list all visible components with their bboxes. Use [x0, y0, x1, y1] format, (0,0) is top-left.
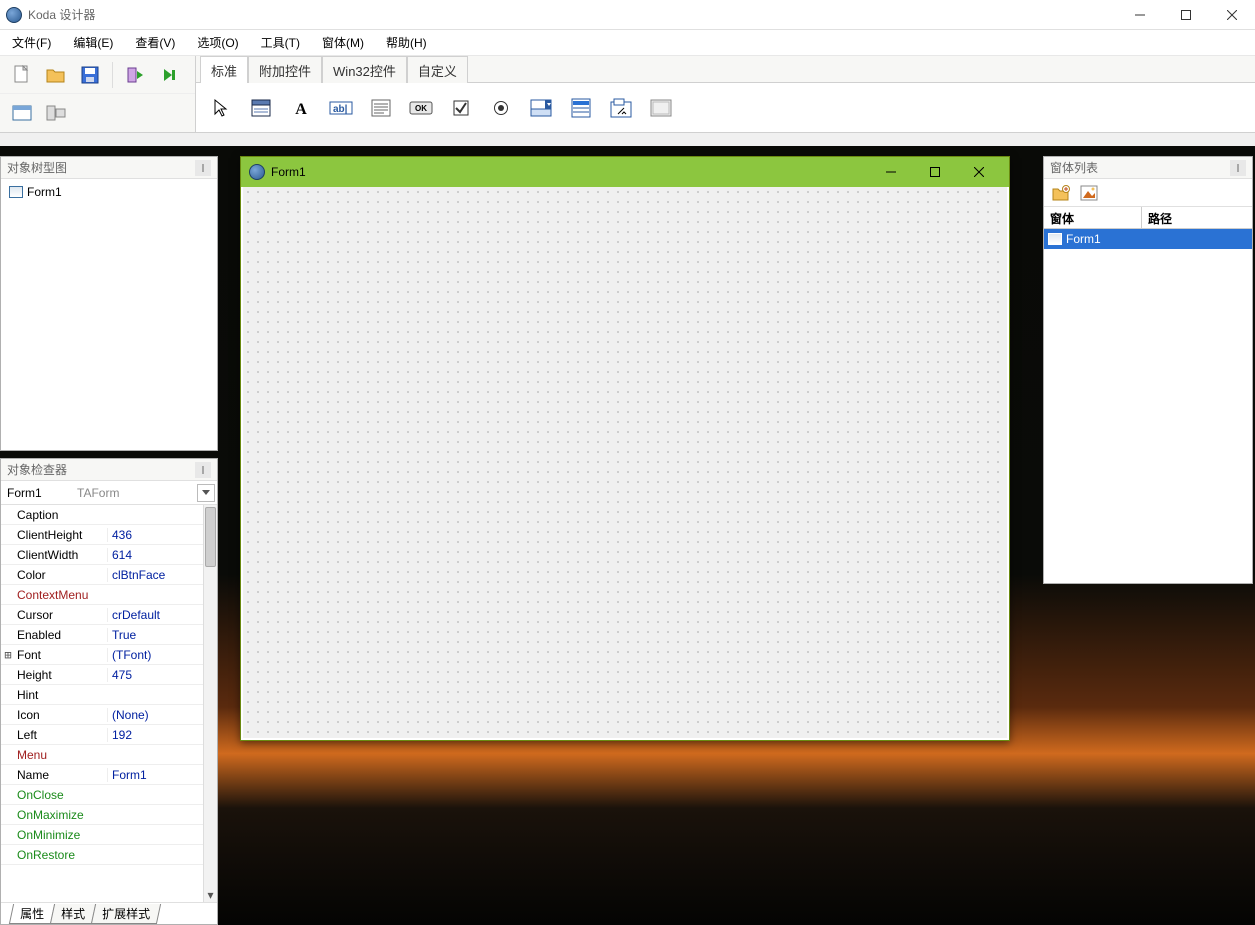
minimize-button[interactable] — [1117, 0, 1163, 30]
property-row[interactable]: ⊞Font(TFont) — [1, 645, 203, 665]
form-icon — [249, 164, 265, 180]
forms-col-name[interactable]: 窗体 — [1044, 207, 1142, 228]
property-row[interactable]: OnClose — [1, 785, 203, 805]
property-row[interactable]: OnMaximize — [1, 805, 203, 825]
forms-image-button[interactable] — [1076, 181, 1102, 205]
inspector-object-dropdown[interactable] — [197, 484, 215, 502]
inspector-title: 对象检查器 — [7, 461, 67, 478]
property-row[interactable]: Height475 — [1, 665, 203, 685]
checkbox-tool[interactable] — [444, 91, 478, 125]
forms-list-row[interactable]: Form1 — [1044, 229, 1252, 249]
svg-text:A: A — [295, 101, 307, 117]
tab-additional[interactable]: 附加控件 — [248, 56, 322, 83]
maximize-button[interactable] — [1163, 0, 1209, 30]
component-tabs: 标准 附加控件 Win32控件 自定义 — [196, 56, 1255, 82]
radio-tool[interactable] — [484, 91, 518, 125]
object-tree-title: 对象树型图 — [7, 159, 67, 176]
run-button[interactable] — [119, 60, 151, 90]
forms-row-name: Form1 — [1066, 232, 1101, 246]
object-inspector-panel: 对象检查器 Form1 TAForm CaptionClientHeight43… — [0, 458, 218, 925]
form-icon — [9, 186, 23, 198]
form-maximize-button[interactable] — [913, 157, 957, 187]
property-row[interactable]: Menu — [1, 745, 203, 765]
property-row[interactable]: ClientHeight436 — [1, 525, 203, 545]
menu-help[interactable]: 帮助(H) — [382, 31, 431, 54]
workspace: 对象树型图 Form1 对象检查器 Form1 TAForm CaptionCl… — [0, 146, 1255, 925]
property-scrollbar[interactable]: ▴ ▾ — [203, 505, 217, 902]
groupbox-tool[interactable] — [604, 91, 638, 125]
menu-tools[interactable]: 工具(T) — [257, 31, 304, 54]
object-tree-close[interactable] — [195, 160, 211, 176]
menu-view[interactable]: 查看(V) — [131, 31, 179, 54]
form-minimize-button[interactable] — [869, 157, 913, 187]
property-row[interactable]: ContextMenu — [1, 585, 203, 605]
export-button[interactable] — [153, 60, 185, 90]
open-button[interactable] — [40, 60, 72, 90]
forms-list-title: 窗体列表 — [1050, 159, 1098, 176]
inspector-close[interactable] — [195, 462, 211, 478]
app-icon — [6, 7, 22, 23]
tab-win32[interactable]: Win32控件 — [322, 56, 407, 83]
label-tool[interactable]: A — [284, 91, 318, 125]
inspector-object-name: Form1 — [1, 486, 77, 500]
property-row[interactable]: ColorclBtnFace — [1, 565, 203, 585]
property-row[interactable]: EnabledTrue — [1, 625, 203, 645]
new-button[interactable] — [6, 60, 38, 90]
forms-list-panel: 窗体列表 窗体 路径 Form1 — [1043, 156, 1253, 584]
inspector-tab-exstyles[interactable]: 扩展样式 — [91, 904, 161, 924]
memo-tool[interactable] — [364, 91, 398, 125]
inspector-tab-props[interactable]: 属性 — [9, 904, 55, 924]
combobox-tool[interactable] — [524, 91, 558, 125]
titlebar: Koda 设计器 — [0, 0, 1255, 30]
property-row[interactable]: Caption — [1, 505, 203, 525]
property-grid[interactable]: CaptionClientHeight436ClientWidth614Colo… — [1, 505, 203, 902]
save-button[interactable] — [74, 60, 106, 90]
button-tool[interactable]: OK — [404, 91, 438, 125]
listbox-tool[interactable] — [564, 91, 598, 125]
menu-file[interactable]: 文件(F) — [8, 31, 55, 54]
property-row[interactable]: OnMinimize — [1, 825, 203, 845]
close-button[interactable] — [1209, 0, 1255, 30]
menu-edit[interactable]: 编辑(E) — [69, 31, 117, 54]
inspector-tab-styles[interactable]: 样式 — [50, 904, 96, 924]
property-row[interactable]: OnRestore — [1, 845, 203, 865]
form-icon — [1048, 233, 1062, 245]
property-row[interactable]: Icon(None) — [1, 705, 203, 725]
object-tree-panel: 对象树型图 Form1 — [0, 156, 218, 451]
svg-text:OK: OK — [415, 104, 427, 113]
property-row[interactable]: CursorcrDefault — [1, 605, 203, 625]
property-row[interactable]: ClientWidth614 — [1, 545, 203, 565]
forms-add-button[interactable] — [1048, 181, 1074, 205]
pointer-tool[interactable] — [204, 91, 238, 125]
inspector-object-type: TAForm — [77, 486, 197, 500]
forms-col-path[interactable]: 路径 — [1142, 207, 1252, 228]
edit-tool[interactable]: ab| — [324, 91, 358, 125]
property-row[interactable]: Left192 — [1, 725, 203, 745]
toolbar-area: 标准 附加控件 Win32控件 自定义 A ab| OK — [0, 56, 1255, 133]
form-design-surface[interactable] — [243, 187, 1007, 738]
menu-options[interactable]: 选项(O) — [193, 31, 242, 54]
design-form-window[interactable]: Form1 — [240, 156, 1010, 741]
component-palette: A ab| OK — [196, 82, 1255, 132]
tab-custom[interactable]: 自定义 — [407, 56, 468, 83]
panel-tool[interactable] — [644, 91, 678, 125]
menu-window[interactable]: 窗体(M) — [318, 31, 368, 54]
align-panel-button[interactable] — [40, 98, 72, 128]
property-row[interactable]: NameForm1 — [1, 765, 203, 785]
mainmenu-tool[interactable] — [244, 91, 278, 125]
forms-list-close[interactable] — [1230, 160, 1246, 176]
tab-standard[interactable]: 标准 — [200, 56, 248, 83]
app-title: Koda 设计器 — [28, 6, 1117, 23]
svg-text:ab|: ab| — [333, 104, 348, 115]
menubar: 文件(F) 编辑(E) 查看(V) 选项(O) 工具(T) 窗体(M) 帮助(H… — [0, 30, 1255, 56]
form-close-button[interactable] — [957, 157, 1001, 187]
property-row[interactable]: Hint — [1, 685, 203, 705]
forms-window-button[interactable] — [6, 98, 38, 128]
tree-item-root[interactable]: Form1 — [9, 185, 209, 199]
form-caption: Form1 — [271, 165, 869, 179]
tree-item-label: Form1 — [27, 185, 62, 199]
